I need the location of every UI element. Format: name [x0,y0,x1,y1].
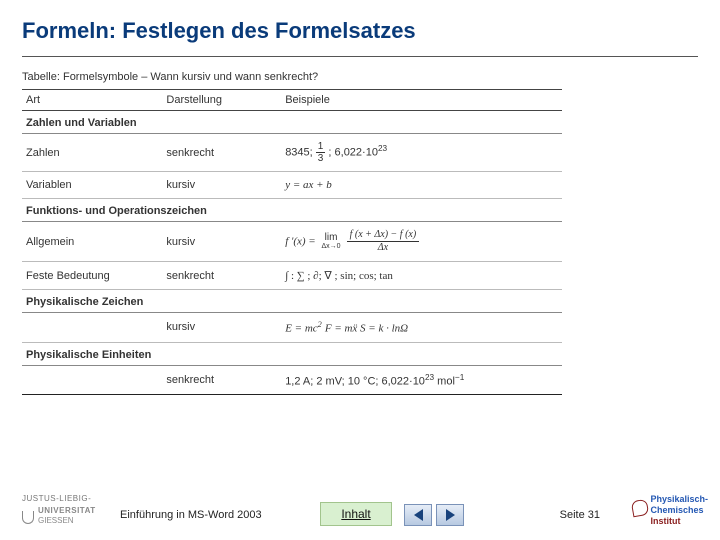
logo-right-l1: Physikalisch- [650,494,708,505]
zahlen-exp: 23 [378,144,387,153]
formula-linear: y = ax + b [285,179,332,191]
cell-bsp: y = ax + b [281,172,562,199]
th-bsp: Beispiele [281,90,562,111]
cell-dar: senkrecht [162,134,281,172]
deriv-lhs: f '(x) = [285,235,318,247]
cell-bsp: E = mc2 F = mẍ S = k · lnΩ [281,313,562,343]
logo-left-uni: UNIVERSITAT [38,506,96,516]
footer: JUSTUS-LIEBIG- UNIVERSITAT GIESSEN Einfü… [0,482,720,530]
uni-logo-left: JUSTUS-LIEBIG- UNIVERSITAT GIESSEN [22,494,96,526]
deriv-num: f (x + Δx) − f (x) [347,229,420,242]
cell-art: Feste Bedeutung [22,262,162,290]
operators-list: ∫ : ∑ ; ∂; ∇ ; sin; cos; tan [285,270,393,282]
emc2-eq: E = mc [285,323,317,335]
next-button[interactable] [436,504,464,526]
row-variablen: Variablen kursiv y = ax + b [22,172,562,199]
cell-dar: senkrecht [162,365,281,395]
logo-left-top: JUSTUS-LIEBIG- [22,494,96,504]
logo-right-l3: Institut [650,516,708,527]
cell-bsp: f '(x) = lim Δx→0 f (x + Δx) − f (x) Δx [281,222,562,262]
section-funktions: Funktions- und Operationszeichen [22,199,562,222]
logo-left-city: GIESSEN [38,516,96,526]
institute-icon [631,499,650,518]
row-zahlen: Zahlen senkrecht 8345; 1 3 ; 6,022·1023 [22,134,562,172]
lim-top: lim [321,233,340,243]
units-pre: 1,2 A; 2 mV; 10 °C; 6,022·10 [285,375,425,387]
units-exp2: −1 [455,373,464,382]
presentation-title: Einführung in MS-Word 2003 [120,509,262,521]
page-number: Seite 31 [560,509,600,521]
section-zahlen: Zahlen und Variablen [22,111,562,134]
frac-num: 1 [316,141,326,153]
logo-right-l2: Chemisches [650,505,708,516]
table-caption: Tabelle: Formelsymbole – Wann kursiv und… [22,71,562,83]
zahlen-post: ; 6,022·10 [328,146,378,158]
fraction-1-3: 1 3 [316,141,326,164]
title-divider [22,56,698,57]
phys-eqs: F = mẍ S = k · lnΩ [325,323,408,335]
row-allgemein: Allgemein kursiv f '(x) = lim Δx→0 f (x … [22,222,562,262]
table-container: Tabelle: Formelsymbole – Wann kursiv und… [22,71,562,395]
units-exp1: 23 [425,373,434,382]
inhalt-button[interactable]: Inhalt [320,502,392,526]
cell-bsp: ∫ : ∑ ; ∂; ∇ ; sin; cos; tan [281,262,562,290]
units-post: mol [434,375,455,387]
prev-button[interactable] [404,504,432,526]
section-units: Physikalische Einheiten [22,342,562,365]
deriv-den: Δx [347,242,420,254]
triangle-left-icon [414,509,423,521]
cell-art: Allgemein [22,222,162,262]
slide-title: Formeln: Festlegen des Formelsatzes [0,0,720,50]
cell-dar: kursiv [162,172,281,199]
row-phys-zeichen: kursiv E = mc2 F = mẍ S = k · lnΩ [22,313,562,343]
row-units: senkrecht 1,2 A; 2 mV; 10 °C; 6,022·1023… [22,365,562,395]
frac-den: 3 [316,153,326,164]
cell-dar: kursiv [162,313,281,343]
th-art: Art [22,90,162,111]
section-phys: Physikalische Zeichen [22,290,562,313]
formula-table: Art Darstellung Beispiele Zahlen und Var… [22,89,562,395]
cell-art [22,313,162,343]
emc2-exp: 2 [318,320,322,329]
row-feste: Feste Bedeutung senkrecht ∫ : ∑ ; ∂; ∇ ;… [22,262,562,290]
cell-bsp: 8345; 1 3 ; 6,022·1023 [281,134,562,172]
cell-art [22,365,162,395]
zahlen-pre: 8345; [285,146,316,158]
cell-dar: senkrecht [162,262,281,290]
cell-dar: kursiv [162,222,281,262]
deriv-frac: f (x + Δx) − f (x) Δx [347,229,420,254]
cell-art: Zahlen [22,134,162,172]
shield-icon [22,511,34,524]
cell-art: Variablen [22,172,162,199]
th-dar: Darstellung [162,90,281,111]
cell-bsp: 1,2 A; 2 mV; 10 °C; 6,022·1023 mol−1 [281,365,562,395]
triangle-right-icon [446,509,455,521]
limit-block: lim Δx→0 [321,233,340,251]
institute-logo-right: Physikalisch- Chemisches Institut [650,494,708,527]
lim-bot: Δx→0 [321,243,340,251]
